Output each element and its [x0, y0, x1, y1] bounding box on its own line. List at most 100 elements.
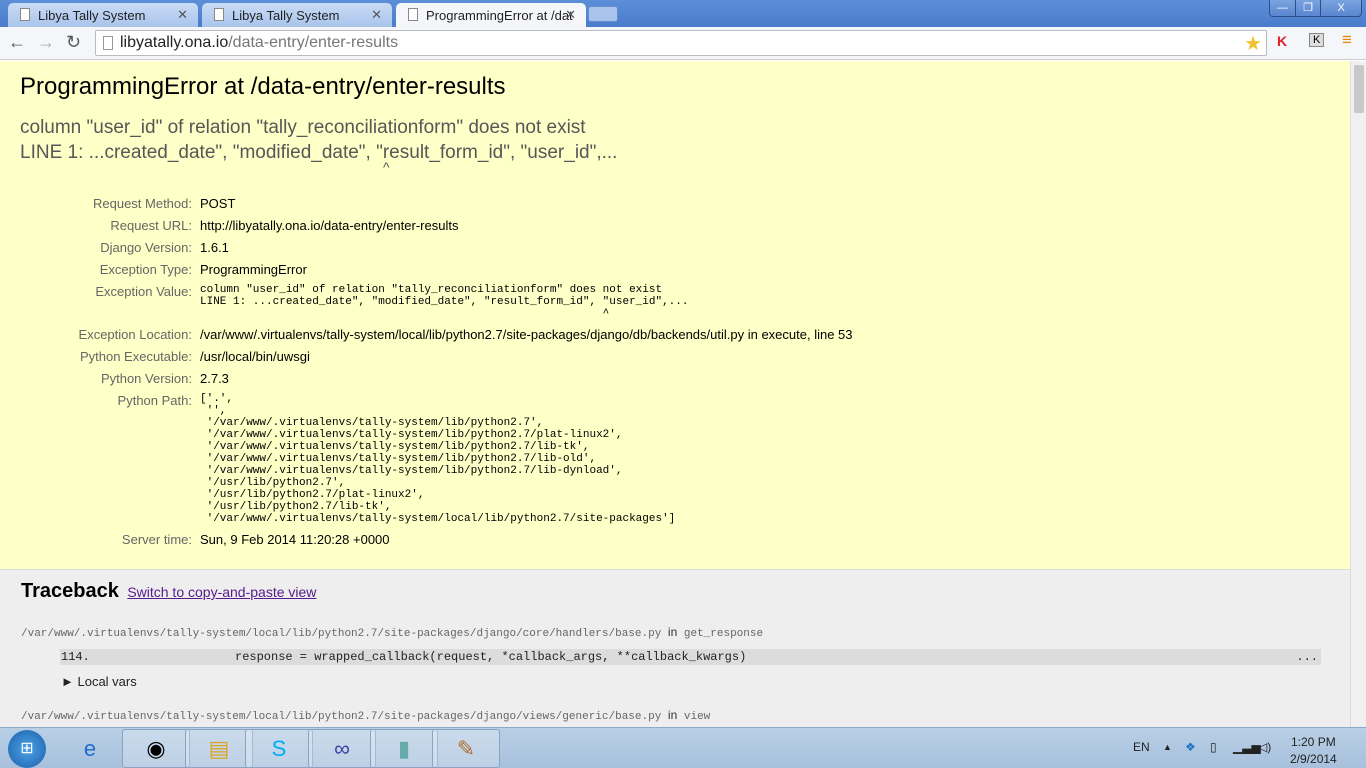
bookmark-star-icon[interactable]: ★	[1244, 31, 1262, 56]
taskbar: ⊞ e ◉ ▤ S ∞ ▮ ✎ EN ▲ ❖ ▯ ▁▃▅ ◁) 1:20 PM 2…	[0, 727, 1366, 768]
line-number: 114.	[61, 650, 90, 664]
meta-label: Python Path:	[117, 393, 192, 408]
restore-button[interactable]: ❐	[1296, 0, 1322, 16]
meta-label: Exception Type:	[99, 262, 192, 277]
tab-libya-tally-1[interactable]: Libya Tally System ✕	[8, 3, 198, 27]
url-path: /data-entry/enter-results	[228, 34, 399, 51]
traceback-title: Traceback	[21, 580, 119, 602]
clock-time: 1:20 PM	[1291, 735, 1336, 749]
meta-row: Request URL: http://libyatally.ona.io/dat…	[20, 215, 853, 237]
scrollbar-thumb[interactable]	[1354, 65, 1364, 113]
close-tab-icon[interactable]: ✕	[565, 7, 576, 23]
context-line[interactable]: 114. response = wrapped_callback(request,…	[60, 649, 1321, 665]
meta-value: ProgrammingError	[200, 262, 307, 277]
skype-icon[interactable]: S	[245, 729, 313, 768]
error-summary: ProgrammingError at /data-entry/enter-re…	[0, 61, 1350, 570]
tab-label: Libya Tally System	[38, 8, 146, 23]
local-vars-toggle[interactable]: ► Local vars	[61, 674, 1329, 689]
code-text: response = wrapped_callback(request, *ca…	[235, 650, 747, 664]
url-host: libyatally.ona.io	[120, 34, 229, 51]
window-controls: — ❐ X	[1269, 0, 1362, 17]
meta-row: Exception Value: column "user_id" of rela…	[20, 281, 853, 324]
meta-label: Python Executable:	[79, 349, 192, 364]
meta-label: Server time:	[121, 532, 192, 547]
meta-row: Python Version: 2.7.3	[20, 368, 853, 390]
meta-label: Exception Value:	[95, 284, 192, 299]
traceback-section: Traceback Switch to copy-and-paste view …	[0, 570, 1350, 727]
request-meta-table: Request Method: POST Request URL: http://li…	[20, 193, 853, 551]
meta-row: Django Version: 1.6.1	[20, 237, 853, 259]
meta-row: Python Path: ['.', '', '/var/www/.virtual…	[20, 390, 853, 529]
page-icon	[103, 36, 113, 50]
tab-label: ProgrammingError at /dat	[426, 8, 573, 23]
chrome-icon[interactable]: ◉	[122, 729, 190, 768]
switch-copy-paste-link[interactable]: Switch to copy-and-paste view	[127, 584, 316, 600]
forward-icon[interactable]: →	[37, 32, 55, 53]
page-icon	[408, 8, 418, 21]
infinity-app-icon[interactable]: ∞	[308, 729, 376, 768]
vertical-scrollbar[interactable]	[1350, 61, 1366, 727]
kaspersky-keyboard-icon[interactable]: K	[1309, 33, 1325, 47]
expand-context[interactable]: ...	[1296, 650, 1318, 664]
page-icon	[214, 8, 224, 21]
paint-icon[interactable]: ✎	[432, 729, 500, 768]
meta-value: ['.', '', '/var/www/.virtualenvs/tally-s…	[200, 390, 853, 529]
meta-value: 1.6.1	[200, 240, 229, 255]
meta-row: Python Executable: /usr/local/bin/uwsgi	[20, 346, 853, 368]
clock-date: 2/9/2014	[1290, 752, 1337, 766]
kaspersky-icon[interactable]: K	[1277, 33, 1287, 49]
network-icon[interactable]: ▁▃▅	[1233, 740, 1261, 754]
address-bar[interactable]: libyatally.ona.io/data-entry/enter-resul…	[95, 30, 1267, 56]
meta-row: Server time: Sun, 9 Feb 2014 11:20:28 +00…	[20, 529, 853, 551]
notepad-icon[interactable]: ▮	[370, 729, 438, 768]
frame-in: in	[667, 708, 678, 722]
language-indicator[interactable]: EN	[1133, 740, 1150, 754]
meta-label: Request URL:	[110, 218, 192, 233]
dropbox-icon[interactable]: ❖	[1185, 740, 1196, 754]
file-explorer-icon[interactable]: ▤	[185, 729, 253, 768]
close-window-button[interactable]: X	[1321, 0, 1361, 16]
close-tab-icon[interactable]: ✕	[177, 7, 188, 23]
browser-toolbar: ← → ↻ libyatally.ona.io/data-entry/enter…	[0, 27, 1366, 60]
meta-value-pre: ['.', '', '/var/www/.virtualenvs/tally-s…	[200, 393, 676, 525]
frame-path: /var/www/.virtualenvs/tally-system/local…	[21, 628, 662, 640]
frame-file: /var/www/.virtualenvs/tally-system/local…	[21, 708, 1329, 723]
frame-func: get_response	[683, 628, 764, 640]
reload-icon[interactable]: ↻	[66, 32, 81, 53]
tab-libya-tally-2[interactable]: Libya Tally System ✕	[202, 3, 392, 27]
frame-func: view	[683, 711, 711, 723]
power-icon[interactable]: ▯	[1210, 740, 1217, 754]
back-icon[interactable]: ←	[8, 32, 26, 53]
meta-row: Exception Location: /var/www/.virtualenvs…	[20, 324, 853, 346]
meta-value: /var/www/.virtualenvs/tally-system/local…	[200, 327, 853, 342]
meta-row: Exception Type: ProgrammingError	[20, 259, 853, 281]
volume-icon[interactable]: ◁)	[1258, 740, 1271, 754]
new-tab-button[interactable]	[588, 6, 618, 22]
exception-line-1: column "user_id" of relation "tally_reco…	[20, 117, 586, 138]
minimize-button[interactable]: —	[1270, 0, 1296, 16]
meta-value: POST	[200, 196, 236, 211]
meta-value: column "user_id" of relation "tally_reco…	[200, 281, 853, 324]
close-tab-icon[interactable]: ✕	[371, 7, 382, 23]
meta-label: Exception Location:	[78, 327, 192, 342]
tab-strip: Libya Tally System ✕ Libya Tally System ✕ …	[0, 0, 1366, 28]
meta-label: Django Version:	[100, 240, 192, 255]
frame-file: /var/www/.virtualenvs/tally-system/local…	[21, 625, 1329, 640]
clock[interactable]: 1:20 PM 2/9/2014	[1290, 734, 1337, 768]
page-content: ProgrammingError at /data-entry/enter-re…	[0, 61, 1350, 727]
meta-value: Sun, 9 Feb 2014 11:20:28 +0000	[200, 532, 390, 547]
frame-path: /var/www/.virtualenvs/tally-system/local…	[21, 711, 662, 723]
page-icon	[20, 8, 30, 21]
frame-in: in	[667, 625, 678, 639]
internet-explorer-icon[interactable]: e	[56, 729, 124, 768]
show-hidden-icons[interactable]: ▲	[1163, 742, 1172, 752]
meta-value: /usr/local/bin/uwsgi	[200, 349, 310, 364]
start-button[interactable]: ⊞	[8, 730, 46, 768]
menu-icon[interactable]: ≡	[1342, 30, 1352, 50]
meta-label: Request Method:	[92, 196, 192, 211]
tab-label: Libya Tally System	[232, 8, 340, 23]
meta-value: 2.7.3	[200, 371, 229, 386]
meta-label: Python Version:	[100, 371, 192, 386]
tab-programming-error[interactable]: ProgrammingError at /dat ✕	[396, 3, 586, 28]
meta-value: http://libyatally.ona.io/data-entry/ente…	[200, 218, 459, 233]
